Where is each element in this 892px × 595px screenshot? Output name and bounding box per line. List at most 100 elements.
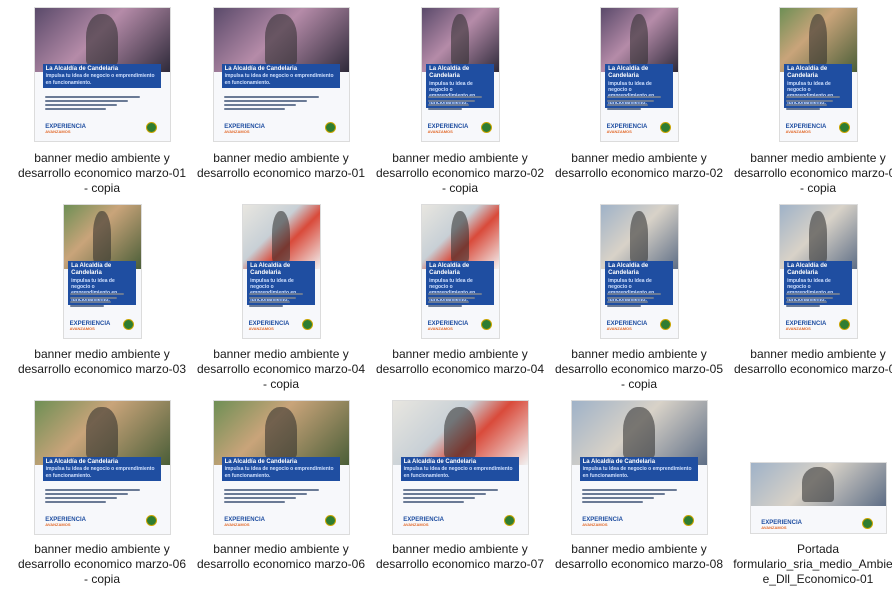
thumbnail-photo <box>571 401 707 465</box>
file-name[interactable]: banner medio ambiente y desarrollo econo… <box>554 542 724 572</box>
municipal-seal-icon <box>146 515 158 527</box>
experiencia-logo: EXPERIENCIA AVANZAMOS <box>428 124 469 134</box>
file-thumbnail[interactable]: La Alcaldía de Candelaria impulsa tu idea… <box>600 205 678 338</box>
body-text-lines <box>427 292 482 309</box>
photo-person <box>271 211 291 263</box>
logo-bottom: AVANZAMOS <box>248 326 274 332</box>
thumbnail-photo <box>750 463 886 507</box>
experiencia-logo: EXPERIENCIA AVANZAMOS <box>582 517 623 527</box>
file-name[interactable]: banner medio ambiente y desarrollo econo… <box>733 151 892 196</box>
headline-band: La Alcaldía de Candelaria impulsa tu idea… <box>42 63 162 88</box>
headline-line-2: impulsa tu idea de negocio o emprendimie… <box>403 466 513 479</box>
headline-line-1: La Alcaldía de Candelaria <box>429 262 470 277</box>
thumbnail-photo <box>213 8 349 72</box>
file-thumbnail[interactable]: La Alcaldía de Candelaria impulsa tu idea… <box>421 205 499 338</box>
logo-bottom: AVANZAMOS <box>224 129 250 135</box>
body-text-lines <box>606 292 661 309</box>
photo-person <box>450 211 470 263</box>
thumbnail-photo <box>242 205 320 269</box>
logo-bottom: AVANZAMOS <box>427 326 453 332</box>
headline-band: La Alcaldía de Candelaria impulsa tu idea… <box>221 456 341 481</box>
file-name[interactable]: banner medio ambiente y desarrollo econo… <box>375 347 545 377</box>
experiencia-logo: EXPERIENCIA AVANZAMOS <box>786 124 827 134</box>
headline-line-2: impulsa tu idea de negocio o emprendimie… <box>224 73 334 86</box>
photo-person <box>264 407 298 459</box>
logo-bottom: AVANZAMOS <box>403 522 429 528</box>
file-name[interactable]: banner medio ambiente y desarrollo econo… <box>196 347 366 392</box>
file-grid: La Alcaldía de Candelaria impulsa tu idea… <box>0 0 892 595</box>
logo-bottom: AVANZAMOS <box>785 129 811 135</box>
file-name[interactable]: banner medio ambiente y desarrollo econo… <box>17 151 187 196</box>
file-thumbnail[interactable]: La Alcaldía de Candelaria impulsa tu idea… <box>571 401 707 534</box>
logo-bottom: AVANZAMOS <box>45 522 71 528</box>
thumbnail-photo <box>63 205 141 269</box>
body-text-lines <box>785 95 840 112</box>
headline-line-1: La Alcaldía de Candelaria <box>608 65 649 80</box>
headline-line-2: impulsa tu idea de negocio o emprendimie… <box>45 73 155 86</box>
file-thumbnail[interactable]: La Alcaldía de Candelaria impulsa tu idea… <box>34 8 170 141</box>
file-name[interactable]: banner medio ambiente y desarrollo econo… <box>554 151 724 181</box>
file-name[interactable]: banner medio ambiente y desarrollo econo… <box>375 151 545 196</box>
file-name[interactable]: banner medio ambiente y desarrollo econo… <box>554 347 724 392</box>
photo-person <box>808 14 828 66</box>
thumbnail-photo <box>600 8 678 72</box>
file-thumbnail[interactable]: La Alcaldía de Candelaria impulsa tu idea… <box>213 8 349 141</box>
file-thumbnail[interactable]: La Alcaldía de Candelaria impulsa tu idea… <box>779 205 857 338</box>
photo-person <box>622 407 656 459</box>
headline-line-2: impulsa tu idea de negocio o emprendimie… <box>45 466 155 479</box>
municipal-seal-icon <box>325 515 337 527</box>
headline-line-1: La Alcaldía de Candelaria <box>45 458 119 465</box>
file-name[interactable]: banner medio ambiente y desarrollo econo… <box>375 542 545 572</box>
municipal-seal-icon <box>838 319 850 331</box>
file-thumbnail[interactable]: La Alcaldía de Candelaria impulsa tu idea… <box>213 401 349 534</box>
body-text-lines <box>606 95 661 112</box>
file-thumbnail[interactable]: La Alcaldía de Candelaria impulsa tu idea… <box>392 401 528 534</box>
experiencia-logo: EXPERIENCIA AVANZAMOS <box>761 520 802 530</box>
logo-bottom: AVANZAMOS <box>427 129 453 135</box>
file-name[interactable]: banner medio ambiente y desarrollo econo… <box>733 347 892 377</box>
file-name[interactable]: Portada formulario_sria_medio_Ambiente_D… <box>733 542 892 587</box>
thumbnail-photo <box>213 401 349 465</box>
file-thumbnail[interactable]: La Alcaldía de Candelaria impulsa tu idea… <box>34 401 170 534</box>
headline-band: La Alcaldía de Candelaria impulsa tu idea… <box>221 63 341 88</box>
thumbnail-photo <box>779 205 857 269</box>
photo-person <box>629 14 649 66</box>
file-name[interactable]: banner medio ambiente y desarrollo econo… <box>196 542 366 572</box>
municipal-seal-icon <box>683 515 695 527</box>
thumbnail-photo <box>421 8 499 72</box>
body-text-lines <box>45 95 140 112</box>
body-text-lines <box>248 292 303 309</box>
municipal-seal-icon <box>146 122 158 134</box>
file-thumbnail[interactable]: La Alcaldía de Candelaria impulsa tu idea… <box>242 205 320 338</box>
headline-line-1: La Alcaldía de Candelaria <box>224 65 298 72</box>
thumbnail-photo <box>779 8 857 72</box>
photo-person <box>801 467 835 503</box>
body-text-lines <box>224 488 319 505</box>
logo-bottom: AVANZAMOS <box>224 522 250 528</box>
municipal-seal-icon <box>122 319 134 331</box>
thumbnail-photo <box>421 205 499 269</box>
headline-line-1: La Alcaldía de Candelaria <box>787 262 828 277</box>
file-thumbnail[interactable]: La Alcaldía de Candelaria impulsa tu idea… <box>421 8 499 141</box>
body-text-lines <box>69 292 124 309</box>
photo-person <box>264 14 298 66</box>
file-thumbnail[interactable]: La Alcaldía de Candelaria impulsa tu idea… <box>779 8 857 141</box>
headline-line-1: La Alcaldía de Candelaria <box>787 65 828 80</box>
file-name[interactable]: banner medio ambiente y desarrollo econo… <box>17 542 187 587</box>
experiencia-logo: EXPERIENCIA AVANZAMOS <box>224 124 265 134</box>
municipal-seal-icon <box>480 122 492 134</box>
municipal-seal-icon <box>480 319 492 331</box>
file-name[interactable]: banner medio ambiente y desarrollo econo… <box>17 347 187 377</box>
headline-line-1: La Alcaldía de Candelaria <box>250 262 291 277</box>
file-thumbnail[interactable]: La Alcaldía de Candelaria impulsa tu idea… <box>63 205 141 338</box>
body-text-lines <box>427 95 482 112</box>
file-thumbnail[interactable]: EXPERIENCIA AVANZAMOS <box>750 463 886 533</box>
file-name[interactable]: banner medio ambiente y desarrollo econo… <box>196 151 366 181</box>
thumbnail-photo <box>392 401 528 465</box>
headline-band: La Alcaldía de Candelaria impulsa tu idea… <box>42 456 162 481</box>
logo-bottom: AVANZAMOS <box>69 326 95 332</box>
file-thumbnail[interactable]: La Alcaldía de Candelaria impulsa tu idea… <box>600 8 678 141</box>
experiencia-logo: EXPERIENCIA AVANZAMOS <box>428 321 469 331</box>
photo-person <box>85 14 119 66</box>
experiencia-logo: EXPERIENCIA AVANZAMOS <box>70 321 111 331</box>
